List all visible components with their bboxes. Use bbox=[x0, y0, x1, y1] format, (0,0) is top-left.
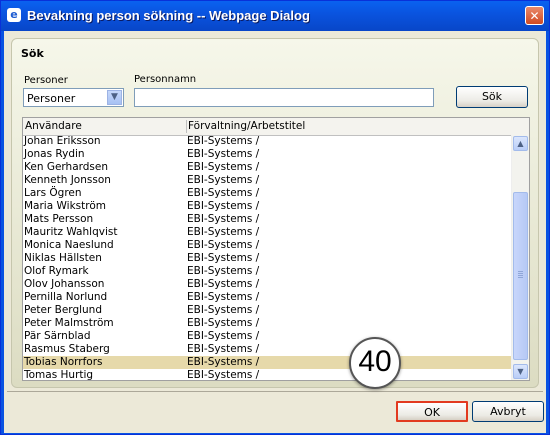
table-row[interactable]: Pär Särnblad EBI-Systems / bbox=[23, 330, 512, 343]
organization-cell: EBI-Systems / bbox=[187, 369, 260, 381]
search-heading: Sök bbox=[21, 47, 44, 60]
organization-cell: EBI-Systems / bbox=[187, 135, 260, 147]
close-button[interactable]: ✕ bbox=[525, 6, 544, 25]
vertical-scrollbar[interactable]: ▲ ▼ bbox=[511, 135, 529, 380]
organization-cell: EBI-Systems / bbox=[187, 291, 260, 303]
table-row[interactable]: Olof Rymark EBI-Systems / bbox=[23, 265, 512, 278]
organization-cell: EBI-Systems / bbox=[187, 161, 260, 173]
organization-cell: EBI-Systems / bbox=[187, 343, 260, 355]
table-row[interactable]: Ken Gerhardsen EBI-Systems / bbox=[23, 161, 512, 174]
user-name-cell: Maria Wikström bbox=[24, 200, 106, 212]
user-name-cell: Mauritz Wahlqvist bbox=[24, 226, 118, 238]
organization-cell: EBI-Systems / bbox=[187, 213, 260, 225]
user-name-cell: Johan Eriksson bbox=[24, 135, 101, 147]
table-row[interactable]: Kenneth Jonsson EBI-Systems / bbox=[23, 174, 512, 187]
chevron-down-icon[interactable]: ▼ bbox=[107, 90, 122, 105]
user-name-cell: Niklas Hällsten bbox=[24, 252, 102, 264]
organization-cell: EBI-Systems / bbox=[187, 265, 260, 277]
table-row[interactable]: Johan Eriksson EBI-Systems / bbox=[23, 135, 512, 148]
personer-selected-value: Personer bbox=[27, 92, 76, 105]
personer-label: Personer bbox=[24, 75, 68, 86]
user-name-cell: Lars Ögren bbox=[24, 187, 82, 199]
search-button[interactable]: Sök bbox=[456, 86, 528, 108]
column-header-anvandare[interactable]: Användare bbox=[25, 120, 82, 132]
user-name-cell: Jonas Rydin bbox=[24, 148, 85, 160]
user-grid: Användare Förvaltning/Arbetstitel Johan … bbox=[22, 117, 530, 381]
footer-divider bbox=[7, 391, 543, 392]
step-badge: 40 bbox=[349, 337, 401, 389]
table-row[interactable]: Peter Malmström EBI-Systems / bbox=[23, 317, 512, 330]
table-row[interactable]: Olov Johansson EBI-Systems / bbox=[23, 278, 512, 291]
organization-cell: EBI-Systems / bbox=[187, 239, 260, 251]
dialog-content: Sök Personer Personer ▼ Personnamn Sök A… bbox=[4, 31, 546, 433]
scroll-thumb[interactable] bbox=[513, 192, 528, 360]
organization-cell: EBI-Systems / bbox=[187, 200, 260, 212]
user-name-cell: Peter Malmström bbox=[24, 317, 114, 329]
table-row[interactable]: Tomas Hurtig EBI-Systems / bbox=[23, 369, 512, 381]
user-name-cell: Mats Persson bbox=[24, 213, 94, 225]
table-row[interactable]: Lars Ögren EBI-Systems / bbox=[23, 187, 512, 200]
user-name-cell: Peter Berglund bbox=[24, 304, 103, 316]
table-row[interactable]: Pernilla Norlund EBI-Systems / bbox=[23, 291, 512, 304]
ok-button[interactable]: OK bbox=[396, 401, 468, 422]
organization-cell: EBI-Systems / bbox=[187, 174, 260, 186]
personnamn-label: Personnamn bbox=[134, 74, 197, 85]
organization-cell: EBI-Systems / bbox=[187, 330, 260, 342]
column-header-forvaltning[interactable]: Förvaltning/Arbetstitel bbox=[188, 120, 305, 132]
table-row[interactable]: Peter Berglund EBI-Systems / bbox=[23, 304, 512, 317]
user-name-cell: Rasmus Staberg bbox=[24, 343, 110, 355]
user-name-cell: Kenneth Jonsson bbox=[24, 174, 111, 186]
ie-icon: e bbox=[7, 8, 21, 22]
scroll-down-icon[interactable]: ▼ bbox=[513, 364, 528, 379]
window-title: Bevakning person sökning -- Webpage Dial… bbox=[27, 8, 310, 23]
user-name-cell: Monica Naeslund bbox=[24, 239, 114, 251]
table-row[interactable]: Tobias Norrfors EBI-Systems / bbox=[23, 356, 512, 369]
personer-select[interactable]: Personer ▼ bbox=[23, 88, 124, 107]
user-name-cell: Pär Särnblad bbox=[24, 330, 91, 342]
organization-cell: EBI-Systems / bbox=[187, 304, 260, 316]
user-name-cell: Tobias Norrfors bbox=[24, 356, 103, 368]
title-bar[interactable]: e Bevakning person sökning -- Webpage Di… bbox=[1, 1, 549, 31]
table-row[interactable]: Monica Naeslund EBI-Systems / bbox=[23, 239, 512, 252]
user-name-cell: Tomas Hurtig bbox=[24, 369, 94, 381]
table-row[interactable]: Maria Wikström EBI-Systems / bbox=[23, 200, 512, 213]
organization-cell: EBI-Systems / bbox=[187, 187, 260, 199]
grid-rows: Johan Eriksson EBI-Systems / Jonas Rydin EB… bbox=[23, 135, 512, 381]
organization-cell: EBI-Systems / bbox=[187, 356, 260, 368]
grid-header: Användare Förvaltning/Arbetstitel bbox=[23, 118, 529, 136]
cancel-button[interactable]: Avbryt bbox=[472, 401, 544, 422]
user-name-cell: Ken Gerhardsen bbox=[24, 161, 109, 173]
table-row[interactable]: Niklas Hällsten EBI-Systems / bbox=[23, 252, 512, 265]
scroll-up-icon[interactable]: ▲ bbox=[513, 136, 528, 151]
organization-cell: EBI-Systems / bbox=[187, 226, 260, 238]
dialog-window: e Bevakning person sökning -- Webpage Di… bbox=[0, 0, 550, 435]
organization-cell: EBI-Systems / bbox=[187, 252, 260, 264]
user-name-cell: Olov Johansson bbox=[24, 278, 105, 290]
organization-cell: EBI-Systems / bbox=[187, 278, 260, 290]
column-divider bbox=[186, 120, 187, 133]
organization-cell: EBI-Systems / bbox=[187, 317, 260, 329]
table-row[interactable]: Mauritz Wahlqvist EBI-Systems / bbox=[23, 226, 512, 239]
user-name-cell: Pernilla Norlund bbox=[24, 291, 108, 303]
personnamn-input[interactable] bbox=[134, 88, 434, 107]
user-name-cell: Olof Rymark bbox=[24, 265, 89, 277]
organization-cell: EBI-Systems / bbox=[187, 148, 260, 160]
table-row[interactable]: Jonas Rydin EBI-Systems / bbox=[23, 148, 512, 161]
table-row[interactable]: Mats Persson EBI-Systems / bbox=[23, 213, 512, 226]
table-row[interactable]: Rasmus Staberg EBI-Systems / bbox=[23, 343, 512, 356]
search-panel: Sök Personer Personer ▼ Personnamn Sök A… bbox=[11, 38, 539, 388]
grip-icon bbox=[518, 271, 523, 272]
